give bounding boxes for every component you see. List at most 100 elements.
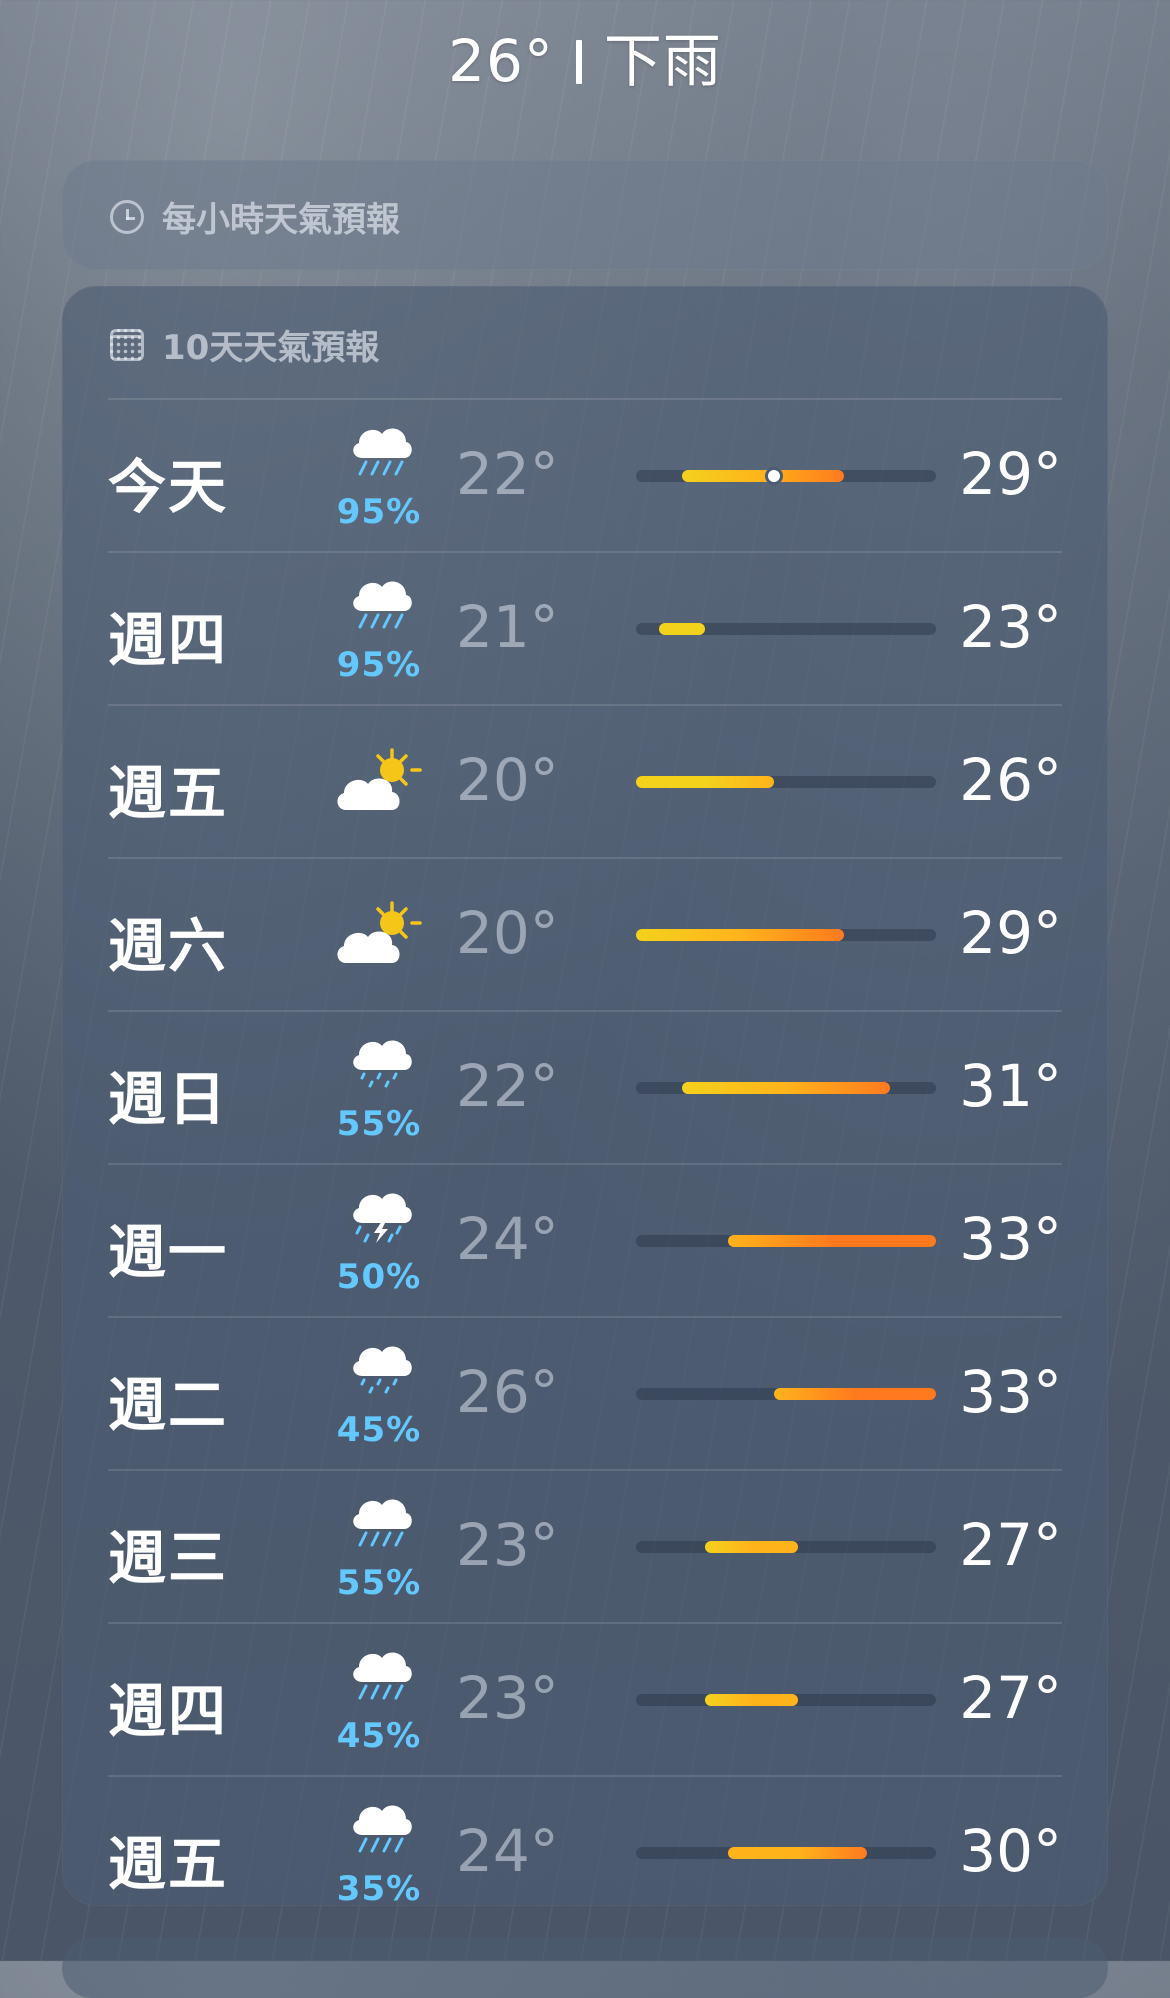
current-temperature: 26° bbox=[448, 27, 554, 95]
temperature-range-bar bbox=[705, 1694, 798, 1706]
temperature-range-bar bbox=[774, 1388, 936, 1400]
ten-day-forecast-card[interactable]: 10天天氣預報 今天 95% 22° 29° 週四 95% 21° 23° 週五 20° 26° 週六… bbox=[62, 286, 1108, 1909]
precipitation-chance: 45% bbox=[336, 1410, 422, 1450]
weather-icon-group: 45% bbox=[324, 1336, 434, 1452]
cloud-rain-icon bbox=[346, 1642, 416, 1700]
current-condition: 下雨 bbox=[603, 27, 722, 95]
temperature-range-bar bbox=[636, 776, 775, 788]
cloud-drizzle-icon bbox=[346, 1030, 416, 1088]
precipitation-chance: 95% bbox=[336, 645, 422, 685]
precipitation-chance: 35% bbox=[336, 1869, 422, 1909]
next-card-peek bbox=[62, 1938, 1108, 1998]
low-temperature: 20° bbox=[456, 899, 559, 967]
temperature-range-bar bbox=[682, 470, 844, 482]
day-label: 週一 bbox=[108, 1218, 229, 1286]
temperature-range-bar bbox=[682, 1082, 890, 1094]
precipitation-chance: 50% bbox=[336, 1257, 422, 1297]
temperature-range-bar bbox=[728, 1847, 867, 1859]
hourly-forecast-header: 每小時天氣預報 bbox=[110, 192, 400, 241]
forecast-row: 週日 55% 22° 31° bbox=[108, 1010, 1062, 1163]
day-label: 週二 bbox=[108, 1371, 229, 1439]
temperature-range-track bbox=[636, 1847, 936, 1859]
high-temperature: 31° bbox=[959, 1052, 1062, 1120]
hourly-forecast-label: 每小時天氣預報 bbox=[162, 200, 400, 240]
ten-day-forecast-label: 10天天氣預報 bbox=[162, 328, 380, 368]
forecast-row: 週四 45% 23° 27° bbox=[108, 1622, 1062, 1775]
temperature-range-bar bbox=[728, 1235, 936, 1247]
high-temperature: 30° bbox=[959, 1817, 1062, 1885]
low-temperature: 22° bbox=[456, 440, 559, 508]
cloud-drizzle-icon bbox=[346, 1336, 416, 1394]
high-temperature: 33° bbox=[959, 1358, 1062, 1426]
day-label: 週日 bbox=[108, 1065, 229, 1133]
cloud-rain-icon bbox=[346, 418, 416, 476]
weather-icon-group bbox=[324, 877, 434, 993]
day-label: 週四 bbox=[108, 1677, 229, 1745]
weather-icon-group: 50% bbox=[324, 1183, 434, 1299]
cloud-thunderstorm-icon bbox=[346, 1183, 416, 1243]
forecast-row: 週五 20° 26° bbox=[108, 704, 1062, 857]
temperature-range-track bbox=[636, 1388, 936, 1400]
clock-icon bbox=[110, 199, 144, 234]
low-temperature: 23° bbox=[456, 1511, 559, 1579]
weather-icon-group bbox=[324, 724, 434, 840]
weather-icon-group: 95% bbox=[324, 571, 434, 687]
weather-icon-group: 55% bbox=[324, 1030, 434, 1146]
weather-icon-group: 55% bbox=[324, 1489, 434, 1605]
current-temperature-dot bbox=[765, 467, 784, 485]
calendar-icon bbox=[110, 328, 144, 361]
weather-icon-group: 95% bbox=[324, 418, 434, 534]
high-temperature: 29° bbox=[959, 440, 1062, 508]
forecast-row: 週五 35% 24° 30° bbox=[108, 1775, 1062, 1928]
separator bbox=[575, 40, 582, 84]
cloud-sun-icon bbox=[334, 748, 424, 818]
weather-icon-group: 35% bbox=[324, 1795, 434, 1911]
temperature-range-track bbox=[636, 776, 936, 788]
temperature-range-track bbox=[636, 929, 936, 941]
temperature-range-track bbox=[636, 1694, 936, 1706]
temperature-range-bar bbox=[636, 929, 844, 941]
precipitation-chance: 55% bbox=[336, 1563, 422, 1603]
low-temperature: 21° bbox=[456, 593, 559, 661]
day-label: 週三 bbox=[108, 1524, 229, 1592]
temperature-range-track bbox=[636, 623, 936, 635]
high-temperature: 27° bbox=[959, 1664, 1062, 1732]
day-label: 週五 bbox=[108, 1830, 229, 1898]
ten-day-forecast-header: 10天天氣預報 bbox=[110, 320, 379, 369]
high-temperature: 26° bbox=[959, 746, 1062, 814]
day-label: 週六 bbox=[108, 912, 229, 980]
forecast-row: 週一 50% 24° 33° bbox=[108, 1163, 1062, 1316]
hourly-forecast-card[interactable]: 每小時天氣預報 bbox=[62, 160, 1108, 270]
cloud-rain-icon bbox=[346, 1489, 416, 1547]
cloud-rain-icon bbox=[346, 1795, 416, 1853]
day-label: 週五 bbox=[108, 759, 229, 827]
temperature-range-track bbox=[636, 1541, 936, 1553]
low-temperature: 23° bbox=[456, 1664, 559, 1732]
day-label: 週四 bbox=[108, 606, 229, 674]
cloud-sun-icon bbox=[334, 901, 424, 971]
temperature-range-track bbox=[636, 467, 936, 485]
precipitation-chance: 55% bbox=[336, 1104, 422, 1144]
forecast-list: 今天 95% 22° 29° 週四 95% 21° 23° 週五 20° 26° 週六 20° 29° 週日… bbox=[108, 398, 1062, 1928]
weather-icon-group: 45% bbox=[324, 1642, 434, 1758]
high-temperature: 27° bbox=[959, 1511, 1062, 1579]
forecast-row: 週三 55% 23° 27° bbox=[108, 1469, 1062, 1622]
temperature-range-track bbox=[636, 1235, 936, 1247]
high-temperature: 23° bbox=[959, 593, 1062, 661]
temperature-range-bar bbox=[659, 623, 706, 635]
low-temperature: 26° bbox=[456, 1358, 559, 1426]
cloud-rain-icon bbox=[346, 571, 416, 629]
low-temperature: 22° bbox=[456, 1052, 559, 1120]
low-temperature: 20° bbox=[456, 746, 559, 814]
current-conditions: 26° 下雨 bbox=[0, 14, 1170, 98]
day-label: 今天 bbox=[108, 453, 229, 521]
temperature-range-track bbox=[636, 1082, 936, 1094]
low-temperature: 24° bbox=[456, 1817, 559, 1885]
temperature-range-bar bbox=[705, 1541, 798, 1553]
high-temperature: 29° bbox=[959, 899, 1062, 967]
forecast-row: 今天 95% 22° 29° bbox=[108, 398, 1062, 551]
low-temperature: 24° bbox=[456, 1205, 559, 1273]
forecast-row: 週二 45% 26° 33° bbox=[108, 1316, 1062, 1469]
precipitation-chance: 45% bbox=[336, 1716, 422, 1756]
precipitation-chance: 95% bbox=[336, 492, 422, 532]
